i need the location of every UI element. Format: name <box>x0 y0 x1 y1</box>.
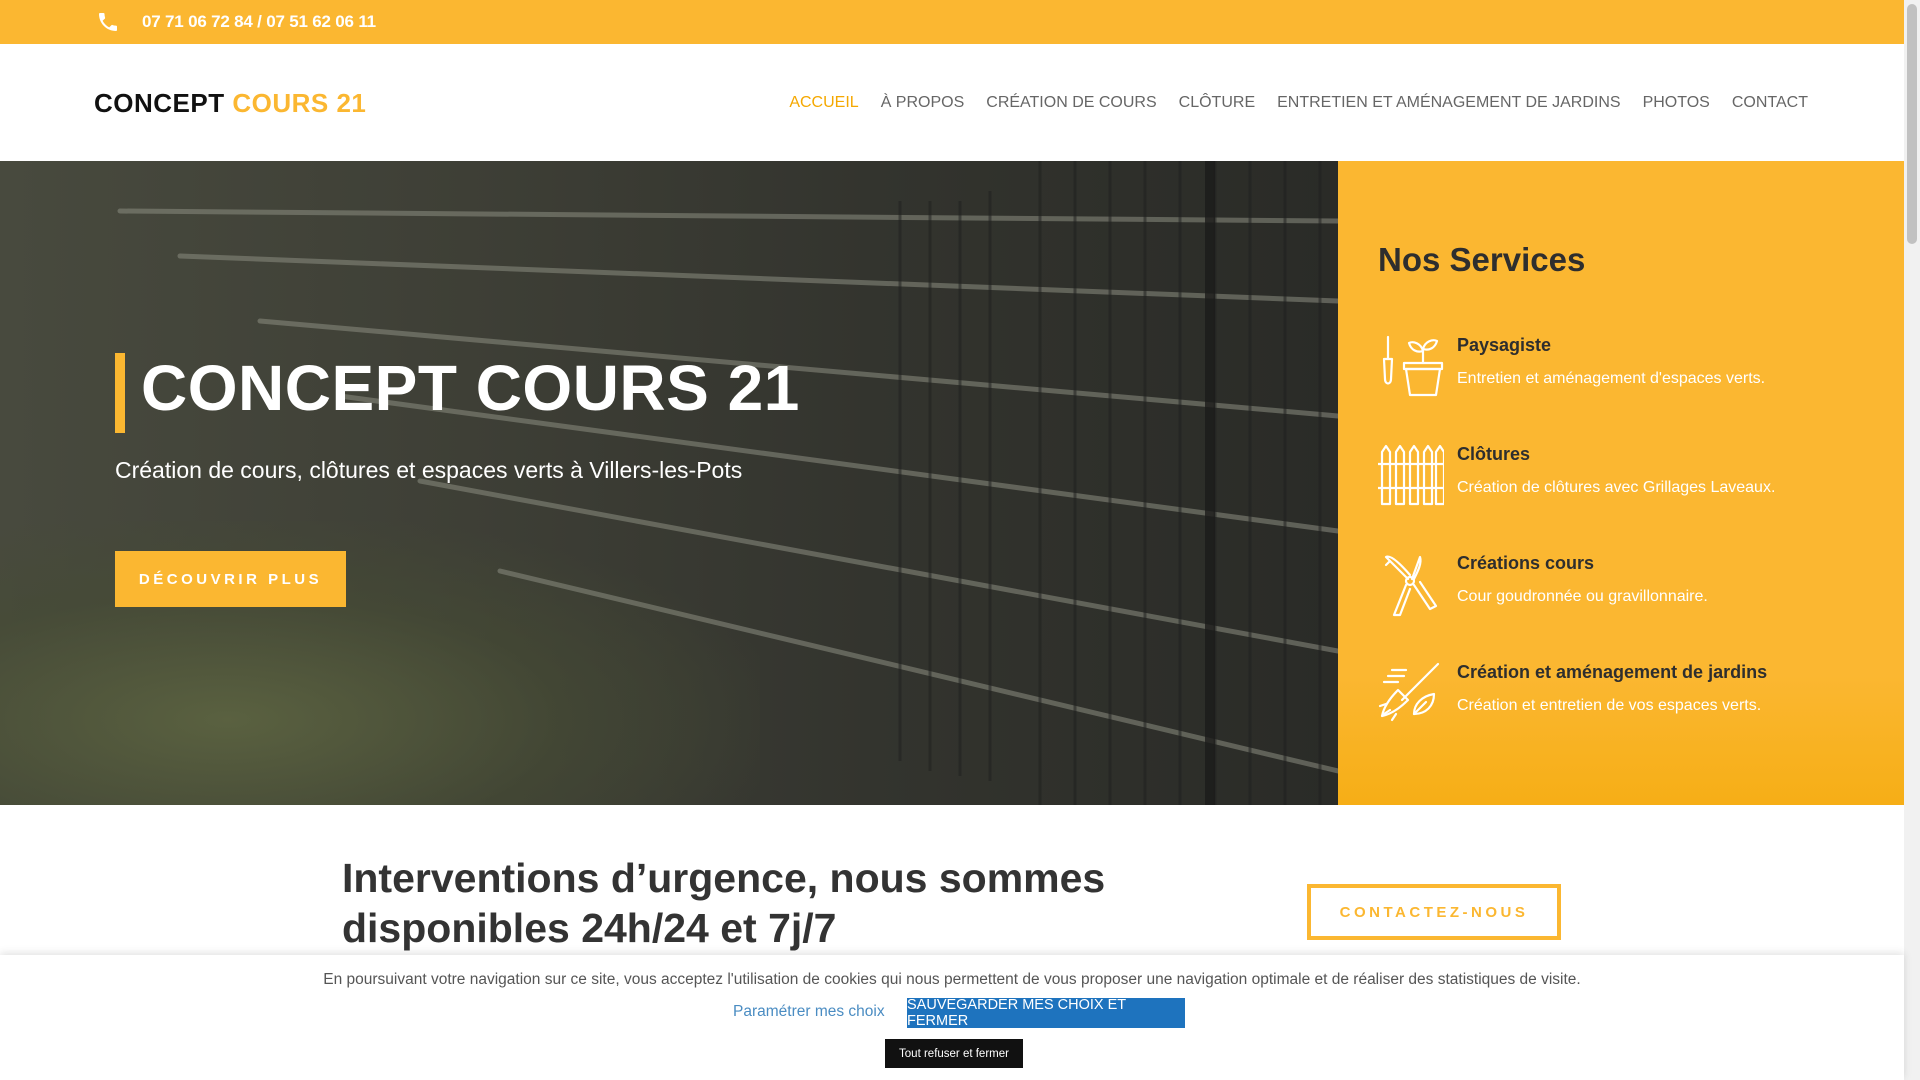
fence-icon <box>1378 444 1444 506</box>
top-contact-bar: 07 71 06 72 84 / 07 51 62 06 11 <box>0 0 1904 44</box>
service-item-jardins[interactable]: Création et aménagement de jardins Créat… <box>1378 660 1898 740</box>
service-title: Création et aménagement de jardins <box>1457 662 1768 682</box>
urgency-section: Interventions d’urgence, nous sommes dis… <box>0 805 1904 965</box>
site-header: CONCEPT COURS 21 ACCUEIL À PROPOS CRÉATI… <box>0 44 1904 161</box>
hero-section: CONCEPT COURS 21 Création de cours, clôt… <box>0 161 1338 805</box>
service-description: Création et entretien de vos espaces ver… <box>1457 697 1762 714</box>
nav-item-creation-de-cours[interactable]: CRÉATION DE COURS <box>986 94 1156 112</box>
service-item-creations-cours[interactable]: Créations cours Cour goudronnée ou gravi… <box>1378 551 1898 631</box>
service-description: Entretien et aménagement d'espaces verts… <box>1457 370 1766 387</box>
hero-title-accent-bar <box>115 353 125 433</box>
service-title: Clôtures <box>1457 444 1531 464</box>
hero-title: CONCEPT COURS 21 <box>141 352 800 424</box>
page-scrollbar[interactable] <box>1904 0 1920 1080</box>
service-item-clotures[interactable]: Clôtures Création de clôtures avec Grill… <box>1378 442 1898 522</box>
phone-numbers[interactable]: 07 71 06 72 84 / 07 51 62 06 11 <box>142 12 376 32</box>
cookie-settings-link[interactable]: Paramétrer mes choix <box>733 1003 885 1021</box>
rake-leaf-icon <box>1378 662 1440 722</box>
cookie-save-button[interactable]: SAUVEGARDER MES CHOIX ET FERMER <box>907 997 1185 1029</box>
contact-us-button[interactable]: CONTACTEZ-NOUS <box>1307 884 1561 940</box>
gardening-tools-icon <box>1382 335 1444 397</box>
service-title: Paysagiste <box>1457 335 1552 355</box>
site-logo[interactable]: CONCEPT COURS 21 <box>94 88 366 119</box>
main-nav: ACCUEIL À PROPOS CRÉATION DE COURS CLÔTU… <box>789 94 1808 112</box>
cookie-message: En poursuivant votre navigation sur ce s… <box>323 971 1581 988</box>
nav-item-contact[interactable]: CONTACT <box>1732 94 1808 112</box>
scrollbar-thumb[interactable] <box>1907 4 1917 244</box>
service-description: Création de clôtures avec Grillages Lave… <box>1457 479 1776 496</box>
services-heading: Nos Services <box>1378 241 1586 278</box>
logo-accent-text: COURS 21 <box>232 88 367 118</box>
nav-item-cloture[interactable]: CLÔTURE <box>1179 94 1255 112</box>
hero-subtitle: Création de cours, clôtures et espaces v… <box>115 457 743 483</box>
urgency-heading: Interventions d’urgence, nous sommes dis… <box>342 855 1106 951</box>
logo-text: CONCEPT <box>94 88 233 118</box>
phone-icon <box>99 13 117 31</box>
pruning-shears-icon <box>1384 555 1438 617</box>
service-title: Créations cours <box>1457 553 1595 573</box>
nav-item-photos[interactable]: PHOTOS <box>1643 94 1710 112</box>
services-panel: Nos Services Paysagiste Entretien et amé… <box>1338 161 1904 805</box>
nav-item-a-propos[interactable]: À PROPOS <box>881 94 965 112</box>
cookie-refuse-button[interactable]: Tout refuser et fermer <box>885 1039 1023 1068</box>
nav-item-entretien-jardins[interactable]: ENTRETIEN ET AMÉNAGEMENT DE JARDINS <box>1277 94 1620 112</box>
discover-more-button[interactable]: DÉCOUVRIR PLUS <box>115 551 346 607</box>
service-description: Cour goudronnée ou gravillonnaire. <box>1457 588 1708 605</box>
service-item-paysagiste[interactable]: Paysagiste Entretien et aménagement d'es… <box>1378 333 1898 413</box>
nav-item-accueil[interactable]: ACCUEIL <box>789 94 858 112</box>
